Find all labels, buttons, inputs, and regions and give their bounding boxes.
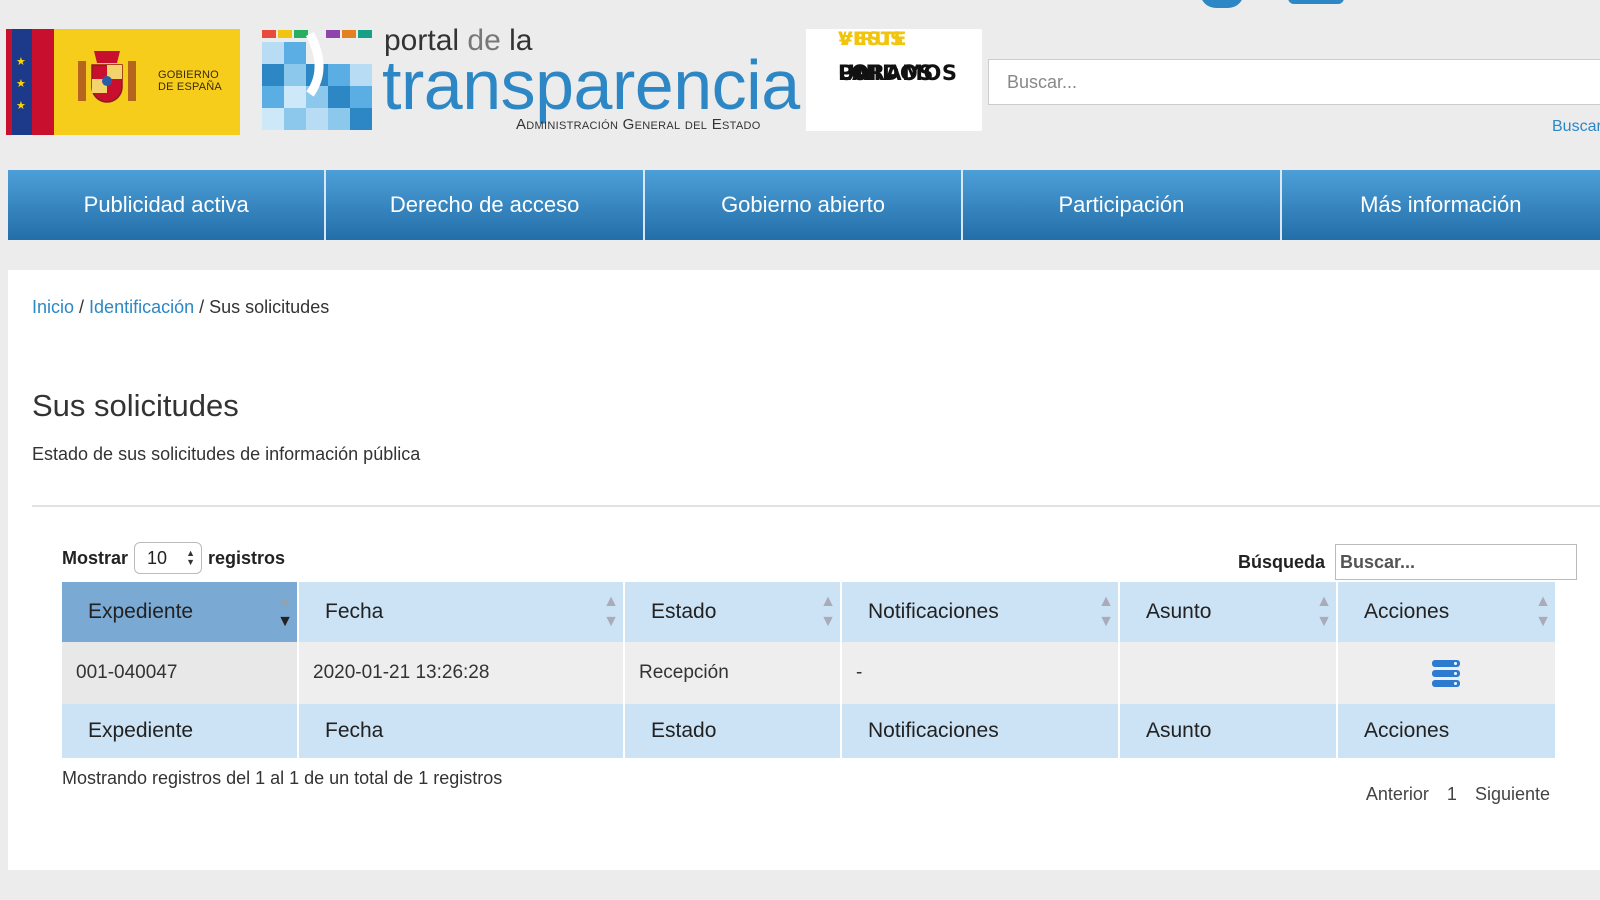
sort-desc-icon: ▲ ▼	[277, 593, 293, 630]
nav-item-mas-informacion[interactable]: Más información	[1282, 170, 1600, 240]
column-header-estado[interactable]: Estado ▲ ▼	[624, 582, 842, 642]
nav-item-participacion[interactable]: Participación	[963, 170, 1282, 240]
footer-header-estado: Estado	[624, 704, 842, 758]
column-header-notificaciones[interactable]: Notificaciones ▲ ▼	[841, 582, 1120, 642]
sort-icon: ▲ ▼	[1098, 593, 1114, 630]
content-panel: Inicio / Identificación / Sus solicitude…	[8, 270, 1600, 870]
page-subtitle: Estado de sus solicitudes de información…	[32, 444, 421, 464]
table-search-input[interactable]	[1335, 544, 1578, 580]
transparencia-text: transparencia	[382, 46, 800, 124]
page-length-value: 10	[147, 547, 168, 568]
footer-header-fecha: Fecha	[298, 704, 625, 758]
twitter-icon[interactable]	[1200, 0, 1244, 8]
coat-of-arms-icon	[78, 51, 136, 103]
cell-asunto	[1119, 642, 1338, 704]
pagination-previous[interactable]: Anterior	[1366, 784, 1429, 805]
sort-icon: ▲ ▼	[1316, 593, 1332, 630]
footer-header-notificaciones: Notificaciones	[841, 704, 1120, 758]
site-header: ★ ★ ★ GOBIERNO DE ESPAÑA portal de la tr…	[0, 0, 1600, 160]
pagination-page-1[interactable]: 1	[1447, 784, 1457, 805]
table-row: 001-040047 2020-01-21 13:26:28 Recepción…	[62, 642, 1557, 704]
gov-logo-text: GOBIERNO DE ESPAÑA	[158, 69, 222, 93]
footer-header-expediente: Expediente	[62, 704, 299, 758]
footer-header-acciones: Acciones	[1337, 704, 1557, 758]
social-square-icon[interactable]	[1288, 0, 1344, 4]
cell-estado: Recepción	[624, 642, 842, 704]
nav-item-derecho-acceso[interactable]: Derecho de acceso	[326, 170, 645, 240]
sort-icon: ▲ ▼	[820, 593, 836, 630]
sort-icon: ▲ ▼	[603, 593, 619, 630]
breadcrumb-home-link[interactable]: Inicio	[32, 297, 74, 317]
pagination-next[interactable]: Siguiente	[1475, 784, 1550, 805]
flag-stripe	[32, 29, 54, 135]
main-navigation: Publicidad activa Derecho de acceso Gobi…	[8, 170, 1600, 240]
divider	[32, 505, 1600, 507]
table-header-row: Expediente ▲ ▼ Fecha ▲ ▼ Estado ▲ ▼ Notificaci…	[62, 582, 1557, 642]
show-label: Mostrar	[62, 547, 129, 568]
breadcrumb-identificacion-link[interactable]: Identificación	[89, 297, 194, 317]
sort-icon: ▲ ▼	[1535, 593, 1551, 630]
admin-general-text: Administración General del Estado	[516, 116, 761, 133]
nav-item-publicidad-activa[interactable]: Publicidad activa	[8, 170, 327, 240]
portal-title[interactable]: portal de la transparencia Administració…	[382, 20, 802, 140]
footer-header-asunto: Asunto	[1119, 704, 1338, 758]
list-actions-icon[interactable]	[1432, 659, 1460, 687]
select-arrows-icon: ▲ ▼	[186, 548, 196, 567]
table-search-control: Búsqueda	[1238, 544, 1578, 580]
breadcrumb-separator: /	[74, 297, 90, 317]
column-header-expediente[interactable]: Expediente ▲ ▼	[62, 582, 299, 642]
search-label: Búsqueda	[1238, 551, 1326, 572]
column-header-acciones[interactable]: Acciones ▲ ▼	[1337, 582, 1557, 642]
table-footer-row: Expediente Fecha Estado Notificaciones A…	[62, 704, 1557, 758]
cell-notificaciones: -	[841, 642, 1120, 704]
nav-item-gobierno-abierto[interactable]: Gobierno abierto	[645, 170, 964, 240]
gobierno-espana-logo[interactable]: ★ ★ ★ GOBIERNO DE ESPAÑA	[6, 29, 240, 135]
column-header-asunto[interactable]: Asunto ▲ ▼	[1119, 582, 1338, 642]
pagination: Anterior 1 Siguiente	[1366, 784, 1550, 805]
breadcrumb: Inicio / Identificación / Sus solicitude…	[32, 297, 329, 318]
table-info-text: Mostrando registros del 1 al 1 de un tot…	[62, 768, 503, 788]
eu-stars-icon: ★ ★ ★	[12, 29, 32, 135]
transparencia-mosaic-logo[interactable]	[262, 30, 372, 134]
header-search-link[interactable]: Buscar	[1552, 118, 1600, 136]
records-label: registros	[208, 547, 286, 568]
header-search-input[interactable]	[988, 59, 1600, 105]
cell-expediente: 001-040047	[62, 642, 299, 704]
page-length-select[interactable]: 10 ▲ ▼	[134, 542, 203, 574]
cell-fecha: 2020-01-21 13:26:28	[298, 642, 625, 704]
column-header-fecha[interactable]: Fecha ▲ ▼	[298, 582, 625, 642]
page-title: Sus solicitudes	[32, 388, 239, 423]
breadcrumb-current: Sus solicitudes	[209, 297, 330, 317]
requests-table: Expediente ▲ ▼ Fecha ▲ ▼ Estado ▲ ▼ Notificaci…	[62, 582, 1557, 758]
breadcrumb-separator: /	[194, 297, 210, 317]
page-length-control: Mostrar 10 ▲ ▼ registros	[62, 542, 285, 574]
este-virus-campaign-banner[interactable]: #ESTE VIRUS LO PARAMOS UNIDOS	[806, 29, 982, 131]
cell-acciones	[1337, 642, 1557, 704]
